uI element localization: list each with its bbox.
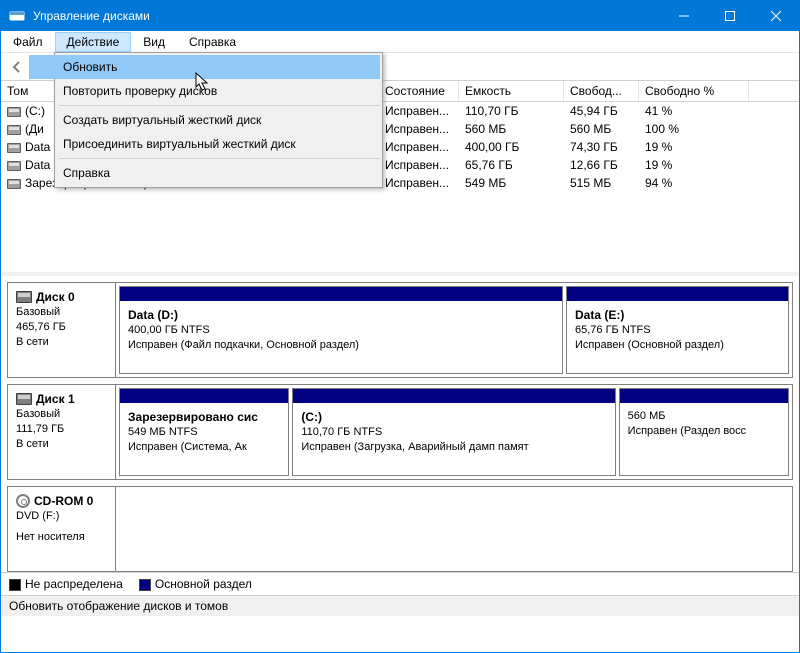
dd-help[interactable]: Справка [29,161,380,185]
minimize-button[interactable] [661,1,707,31]
partition-bar [293,389,614,403]
disk-0-size: 465,76 ГБ [16,320,107,335]
partition-status: Исправен (Основной раздел) [575,338,780,353]
dd-attach-vhd[interactable]: Присоединить виртуальный жесткий диск [29,132,380,156]
action-dropdown: Обновить Повторить проверку дисков Созда… [54,52,383,188]
partition-title: Зарезервировано сис [128,409,280,425]
disk-0-info[interactable]: Диск 0 Базовый 465,76 ГБ В сети [8,283,116,377]
cdrom-status: Нет носителя [16,530,107,545]
partition-title: Data (D:) [128,307,554,323]
swatch-black [9,579,21,591]
maximize-button[interactable] [707,1,753,31]
partition-e[interactable]: Data (E:) 65,76 ГБ NTFS Исправен (Основн… [566,286,789,374]
partition-status: Исправен (Загрузка, Аварийный дамп памят [301,440,606,455]
legend-unallocated: Не распределена [9,577,123,591]
partition-bar [120,389,288,403]
window-title: Управление дисками [33,9,150,23]
disk-0-title: Диск 0 [36,289,75,305]
partition-fs: 65,76 ГБ NTFS [575,323,780,338]
partition-title: (C:) [301,409,606,425]
disk-icon [16,291,32,303]
partition-fs: 549 МБ NTFS [128,425,280,440]
legend: Не распределена Основной раздел [1,572,799,595]
cdrom-row: CD-ROM 0 DVD (F:) Нет носителя [7,486,793,572]
partition-d[interactable]: Data (D:) 400,00 ГБ NTFS Исправен (Файл … [119,286,563,374]
partition-fs: 400,00 ГБ NTFS [128,323,554,338]
partition-recovery[interactable]: 560 МБ Исправен (Раздел восс [619,388,789,476]
dd-create-vhd[interactable]: Создать виртуальный жесткий диск [29,108,380,132]
title-bar: Управление дисками [1,1,799,31]
dd-separator [59,105,380,106]
partition-status: Исправен (Система, Ак [128,440,280,455]
disk-1-title: Диск 1 [36,391,75,407]
partition-bar [120,287,562,301]
partition-bar [567,287,788,301]
disk-0-type: Базовый [16,305,107,320]
disk-icon [16,393,32,405]
partition-title: Data (E:) [575,307,780,323]
legend-primary: Основной раздел [139,577,252,591]
dd-rescan[interactable]: Повторить проверку дисков [29,79,380,103]
disk-1-row: Диск 1 Базовый 111,79 ГБ В сети Зарезерв… [7,384,793,480]
partition-bar [620,389,788,403]
partition-status: Исправен (Раздел восс [628,424,780,439]
dd-separator [59,158,380,159]
cdrom-info[interactable]: CD-ROM 0 DVD (F:) Нет носителя [8,487,116,571]
disk-0-row: Диск 0 Базовый 465,76 ГБ В сети Data (D:… [7,282,793,378]
partition-fs: 560 МБ [628,409,780,424]
partition-c[interactable]: (C:) 110,70 ГБ NTFS Исправен (Загрузка, … [292,388,615,476]
dd-refresh[interactable]: Обновить [29,55,380,79]
menu-file[interactable]: Файл [1,32,55,52]
col-status[interactable]: Состояние [379,81,459,101]
close-button[interactable] [753,1,799,31]
disk-1-status: В сети [16,437,107,452]
cd-icon [16,494,30,508]
col-free[interactable]: Свобод... [564,81,639,101]
disk-1-size: 111,79 ГБ [16,422,107,437]
partition-fs: 110,70 ГБ NTFS [301,425,606,440]
menu-help[interactable]: Справка [177,32,248,52]
cdrom-type: DVD (F:) [16,509,107,524]
menu-view[interactable]: Вид [131,32,177,52]
partition-status: Исправен (Файл подкачки, Основной раздел… [128,338,554,353]
disk-1-info[interactable]: Диск 1 Базовый 111,79 ГБ В сети [8,385,116,479]
status-bar: Обновить отображение дисков и томов [1,595,799,616]
menu-bar: Файл Действие Вид Справка [1,31,799,53]
col-capacity[interactable]: Емкость [459,81,564,101]
col-free-pct[interactable]: Свободно % [639,81,749,101]
swatch-navy [139,579,151,591]
disk-1-type: Базовый [16,407,107,422]
app-icon [9,8,25,24]
back-button[interactable] [7,57,27,77]
partition-reserved[interactable]: Зарезервировано сис 549 МБ NTFS Исправен… [119,388,289,476]
cdrom-title: CD-ROM 0 [34,493,93,509]
disk-0-status: В сети [16,335,107,350]
menu-action[interactable]: Действие [55,32,132,52]
